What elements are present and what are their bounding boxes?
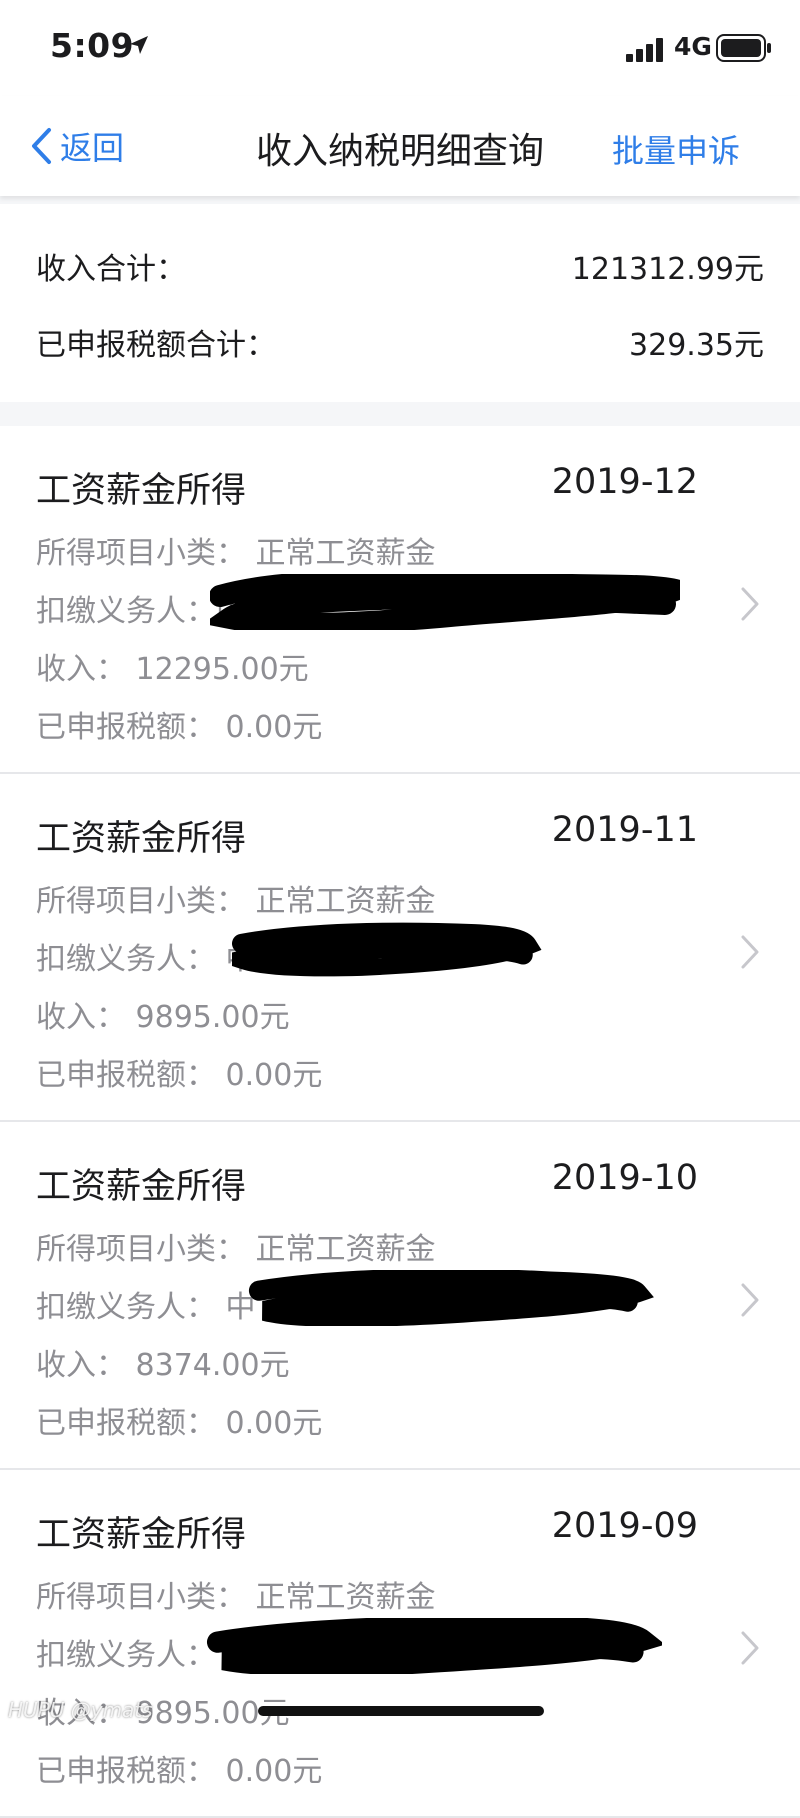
income-record[interactable]: 工资薪金所得 2019-11 所得项目小类： 正常工资薪金 扣缴义务人： 中 收…: [0, 774, 800, 1122]
nav-bar: 返回 收入纳税明细查询 批量申诉: [0, 96, 800, 196]
tax-total-value: 329.35元: [629, 328, 764, 363]
redaction-scribble: [210, 574, 680, 630]
tax-total-label: 已申报税额合计：: [36, 328, 276, 363]
record-tax: 已申报税额： 0.00元: [36, 1058, 323, 1093]
chevron-right-icon: [741, 935, 759, 969]
chevron-right-icon: [741, 587, 759, 621]
redaction-scribble: [206, 1618, 662, 1674]
status-time: 5:09: [50, 26, 135, 65]
income-total-label: 收入合计：: [36, 252, 186, 287]
redaction-scribble: [248, 1270, 654, 1326]
record-withholder: 扣缴义务人： 中: [36, 942, 256, 977]
income-record-list: 工资薪金所得 2019-12 所得项目小类： 正常工资薪金 扣缴义务人：中 收入…: [0, 426, 800, 1818]
summary-panel: 收入合计： 121312.99元 已申报税额合计： 329.35元: [0, 204, 800, 402]
record-period: 2019-10: [551, 1158, 698, 1198]
record-income: 收入： 12295.00元: [36, 652, 309, 687]
chevron-right-icon: [741, 1283, 759, 1317]
batch-appeal-button[interactable]: 批量申诉: [612, 126, 740, 172]
income-total-value: 121312.99元: [571, 252, 764, 287]
record-income: 收入： 8374.00元: [36, 1348, 290, 1383]
record-tax: 已申报税额： 0.00元: [36, 1406, 323, 1441]
income-total-row: 收入合计： 121312.99元: [36, 244, 764, 288]
record-subcategory: 所得项目小类： 正常工资薪金: [36, 884, 436, 919]
record-period: 2019-09: [551, 1506, 698, 1546]
record-period: 2019-12: [551, 462, 698, 502]
location-arrow-icon: [130, 36, 148, 54]
record-subcategory: 所得项目小类： 正常工资薪金: [36, 1232, 436, 1267]
record-tax: 已申报税额： 0.00元: [36, 1754, 323, 1789]
home-indicator: [258, 1706, 544, 1716]
redaction-scribble: [232, 922, 542, 977]
record-income: 收入： 9895.00元: [36, 1000, 290, 1035]
record-tax: 已申报税额： 0.00元: [36, 710, 323, 745]
income-record[interactable]: 工资薪金所得 2019-10 所得项目小类： 正常工资薪金 扣缴义务人： 中 收…: [0, 1122, 800, 1470]
record-title: 工资薪金所得: [36, 471, 247, 511]
watermark: HUPU @ymats: [8, 1698, 153, 1722]
record-title: 工资薪金所得: [36, 1515, 247, 1555]
record-period: 2019-11: [551, 810, 698, 850]
signal-icon: [626, 38, 663, 62]
income-record[interactable]: 工资薪金所得 2019-12 所得项目小类： 正常工资薪金 扣缴义务人：中 收入…: [0, 426, 800, 774]
record-title: 工资薪金所得: [36, 1167, 247, 1207]
record-title: 工资薪金所得: [36, 819, 247, 859]
network-type: 4G: [674, 32, 712, 61]
tax-total-row: 已申报税额合计： 329.35元: [36, 320, 764, 364]
battery-icon: [716, 34, 771, 62]
record-subcategory: 所得项目小类： 正常工资薪金: [36, 1580, 436, 1615]
record-withholder: 扣缴义务人：: [36, 1638, 216, 1673]
record-subcategory: 所得项目小类： 正常工资薪金: [36, 536, 436, 571]
chevron-right-icon: [741, 1631, 759, 1665]
record-withholder: 扣缴义务人： 中: [36, 1290, 256, 1325]
status-bar: 5:09 4G: [0, 0, 800, 96]
income-record[interactable]: 工资薪金所得 2019-09 所得项目小类： 正常工资薪金 扣缴义务人： 收入：…: [0, 1470, 800, 1818]
